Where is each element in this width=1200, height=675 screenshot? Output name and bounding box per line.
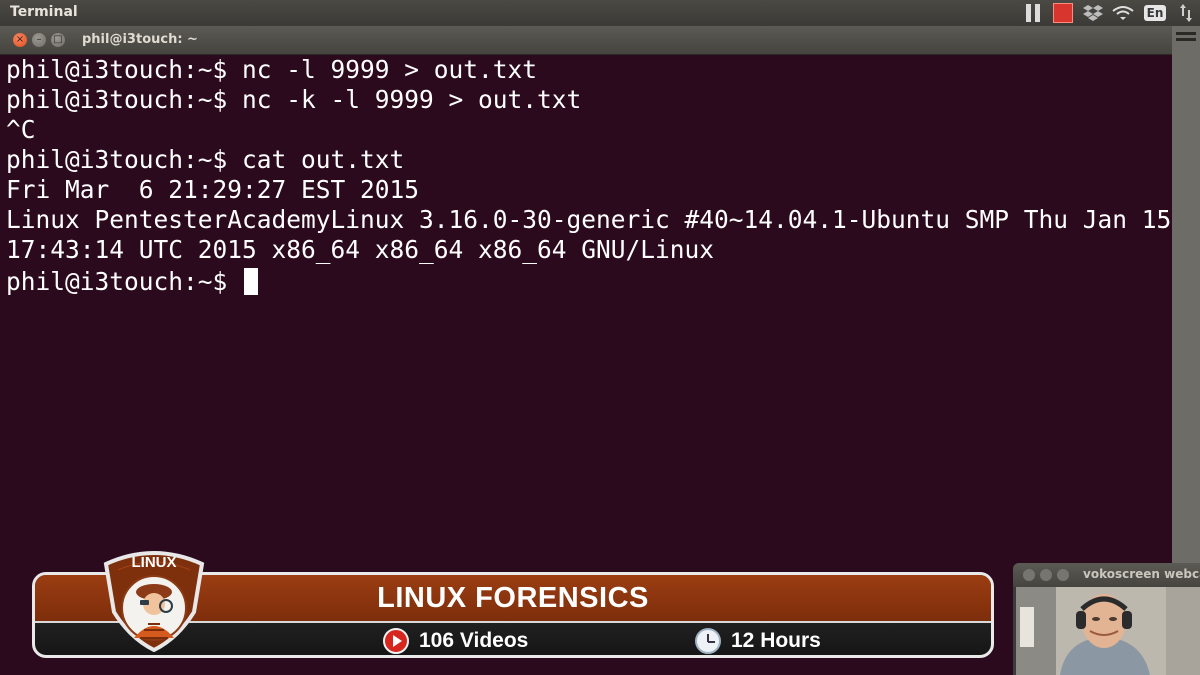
app-title: Terminal	[10, 4, 78, 20]
terminal-line: Linux PentesterAcademyLinux 3.16.0-30-ge…	[6, 205, 1172, 234]
terminal-prompt-line[interactable]: phil@i3touch:~$	[6, 267, 259, 297]
window-titlebar[interactable]: × – □ phil@i3touch: ~	[0, 26, 1172, 55]
terminal-line: phil@i3touch:~$ nc -l 9999 > out.txt	[6, 55, 538, 84]
webcam-titlebar[interactable]: vokoscreen webcam	[1013, 563, 1200, 587]
webcam-window[interactable]: vokoscreen webcam	[1013, 563, 1200, 675]
dropbox-icon[interactable]	[1078, 0, 1108, 26]
minimize-button[interactable]: –	[32, 33, 46, 47]
window-side-strip	[1172, 26, 1200, 571]
terminal-line: phil@i3touch:~$ cat out.txt	[6, 145, 405, 174]
close-button[interactable]: ×	[13, 33, 27, 47]
system-tray: En	[1018, 0, 1200, 26]
window-title: phil@i3touch: ~	[82, 32, 198, 47]
maximize-button[interactable]: □	[51, 33, 65, 47]
text-cursor	[244, 268, 259, 295]
terminal-line: Fri Mar 6 21:29:27 EST 2015	[6, 175, 420, 204]
play-icon	[383, 628, 409, 654]
wifi-icon[interactable]	[1108, 0, 1138, 26]
keyboard-language-indicator[interactable]: En	[1138, 0, 1172, 26]
record-stop-icon[interactable]	[1048, 0, 1078, 26]
webcam-title: vokoscreen webcam	[1083, 567, 1200, 581]
terminal-line: phil@i3touch:~$ nc -k -l 9999 > out.txt	[6, 85, 582, 114]
webcam-minimize-button[interactable]	[1040, 569, 1052, 581]
network-updown-icon[interactable]	[1172, 0, 1200, 26]
top-panel: Terminal En	[0, 0, 1200, 26]
webcam-video	[1016, 587, 1200, 675]
pause-icon[interactable]	[1018, 0, 1048, 26]
terminal-line: 17:43:14 UTC 2015 x86_64 x86_64 x86_64 G…	[6, 235, 715, 264]
videos-count: 106 Videos	[383, 627, 528, 655]
clock-icon	[695, 628, 721, 654]
badge-label: LINUX	[131, 554, 177, 571]
hours-label: 12 Hours	[731, 629, 821, 652]
webcam-close-button[interactable]	[1023, 569, 1035, 581]
hours-count: 12 Hours	[695, 627, 821, 655]
webcam-maximize-button[interactable]	[1057, 569, 1069, 581]
terminal-output[interactable]: phil@i3touch:~$ nc -l 9999 > out.txt phi…	[0, 55, 1172, 575]
videos-label: 106 Videos	[419, 629, 529, 652]
terminal-line: ^C	[6, 115, 36, 144]
terminal-prompt: phil@i3touch:~$	[6, 267, 243, 296]
linux-badge: LINUX	[100, 546, 208, 653]
